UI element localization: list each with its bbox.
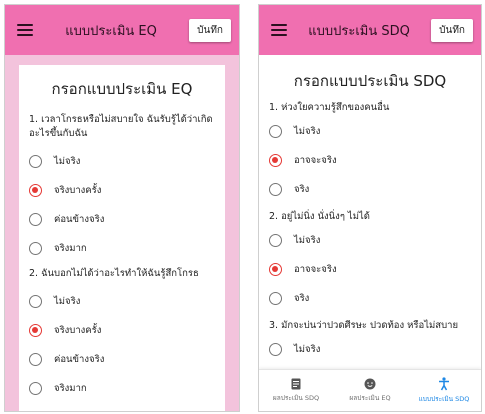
person-icon — [439, 377, 449, 391]
option-label: อาจจะจริง — [294, 155, 337, 166]
nav-sdq-form[interactable]: แบบประเมิน SDQ — [407, 370, 481, 411]
app-bar-title: แบบประเมิน EQ — [65, 23, 157, 39]
radio-button-selected[interactable] — [29, 184, 42, 197]
option-item[interactable]: ไม่จริง — [269, 226, 471, 255]
radio-button[interactable] — [29, 213, 42, 226]
question-block: 2. อยู่ไม่นิ่ง นั่งนิ่งๆ ไม่ได้ ไม่จริง … — [269, 210, 471, 313]
nav-label: ผลประเมิน EQ — [349, 394, 391, 402]
nav-label: ผลประเมิน SDQ — [272, 394, 320, 402]
face-icon — [364, 378, 376, 390]
nav-label: แบบประเมิน SDQ — [418, 395, 470, 403]
app-bar-title: แบบประเมิน SDQ — [308, 23, 410, 39]
option-label: จริง — [294, 184, 310, 195]
question-block: 1. ห่วงใยความรู้สึกของคนอื่น ไม่จริง อาจ… — [269, 101, 471, 204]
option-label: จริงบางครั้ง — [54, 325, 102, 336]
option-label: ไม่จริง — [294, 126, 321, 137]
option-item[interactable]: จริงบางครั้ง — [29, 176, 215, 205]
option-label: ไม่จริง — [54, 156, 81, 167]
option-item[interactable]: อาจจะจริง — [269, 146, 471, 175]
radio-button-selected[interactable] — [269, 154, 282, 167]
option-label: ไม่จริง — [54, 296, 81, 307]
save-button[interactable]: บันทึก — [431, 18, 473, 42]
bottom-navigation: ผลประเมิน SDQ ผลประเมิน EQ แบบประเมิน SD… — [259, 369, 481, 411]
radio-button-selected[interactable] — [269, 263, 282, 276]
eq-form-card: กรอกแบบประเมิน EQ 1. เวลาโกรธหรือไม่สบาย… — [19, 65, 225, 411]
option-label: จริงมาก — [54, 383, 87, 394]
nav-eq-results[interactable]: ผลประเมิน EQ — [333, 370, 407, 411]
option-label: ค่อนข้างจริง — [54, 214, 105, 225]
document-icon — [291, 378, 301, 390]
option-label: จริงบางครั้ง — [54, 185, 102, 196]
option-label: จริง — [294, 293, 310, 304]
radio-button[interactable] — [269, 183, 282, 196]
option-label: อาจจะจริง — [294, 264, 337, 275]
menu-icon[interactable] — [17, 24, 33, 36]
option-item[interactable]: ไม่จริง — [29, 287, 215, 316]
app-bar: แบบประเมิน SDQ บันทึก — [259, 5, 481, 55]
radio-button[interactable] — [29, 295, 42, 308]
question-block: 3. มักจะบ่นว่าปวดศีรษะ ปวดท้อง หรือไม่สบ… — [269, 319, 471, 364]
eq-form-background: กรอกแบบประเมิน EQ 1. เวลาโกรธหรือไม่สบาย… — [5, 55, 239, 411]
radio-button-selected[interactable] — [29, 324, 42, 337]
question-block: 2. ฉันบอกไม่ได้ว่าอะไรทำให้ฉันรู้สึกโกรธ… — [29, 267, 215, 403]
radio-button[interactable] — [269, 292, 282, 305]
radio-button[interactable] — [29, 353, 42, 366]
option-item[interactable]: ไม่จริง — [269, 335, 471, 364]
option-item[interactable]: ไม่จริง — [29, 147, 215, 176]
form-title: กรอกแบบประเมิน SDQ — [293, 72, 447, 90]
option-item[interactable]: จริง — [269, 284, 471, 313]
sdq-form: กรอกแบบประเมิน SDQ 1. ห่วงใยความรู้สึกขอ… — [259, 55, 481, 411]
option-item[interactable]: อาจจะจริง — [269, 255, 471, 284]
option-item[interactable]: ค่อนข้างจริง — [29, 205, 215, 234]
option-item[interactable]: ไม่จริง — [269, 117, 471, 146]
option-item[interactable]: จริงมาก — [29, 234, 215, 263]
form-title: กรอกแบบประเมิน EQ — [51, 80, 193, 98]
option-item[interactable]: จริง — [269, 175, 471, 204]
eq-screen: แบบประเมิน EQ บันทึก กรอกแบบประเมิน EQ 1… — [4, 4, 240, 412]
nav-sdq-results[interactable]: ผลประเมิน SDQ — [259, 370, 333, 411]
sdq-screen: แบบประเมิน SDQ บันทึก กรอกแบบประเมิน SDQ… — [258, 4, 482, 412]
question-text: 1. ห่วงใยความรู้สึกของคนอื่น — [269, 102, 390, 113]
radio-button[interactable] — [269, 125, 282, 138]
save-button[interactable]: บันทึก — [189, 18, 231, 42]
radio-button[interactable] — [29, 382, 42, 395]
radio-button[interactable] — [269, 234, 282, 247]
question-text: 2. ฉันบอกไม่ได้ว่าอะไรทำให้ฉันรู้สึกโกรธ — [29, 268, 199, 279]
question-text: 3. มักจะบ่นว่าปวดศีรษะ ปวดท้อง หรือไม่สบ… — [269, 320, 459, 331]
option-item[interactable]: จริงบางครั้ง — [29, 316, 215, 345]
app-bar: แบบประเมิน EQ บันทึก — [5, 5, 239, 55]
option-label: ไม่จริง — [294, 344, 321, 355]
question-text: 1. เวลาโกรธหรือไม่สบายใจ ฉันรับรู้ได้ว่า… — [29, 114, 213, 139]
radio-button[interactable] — [29, 155, 42, 168]
radio-button[interactable] — [29, 242, 42, 255]
option-item[interactable]: จริงมาก — [29, 374, 215, 403]
option-label: จริงมาก — [54, 243, 87, 254]
option-item[interactable]: ค่อนข้างจริง — [29, 345, 215, 374]
question-block: 1. เวลาโกรธหรือไม่สบายใจ ฉันรับรู้ได้ว่า… — [29, 113, 215, 263]
menu-icon[interactable] — [271, 24, 287, 36]
option-label: ไม่จริง — [294, 235, 321, 246]
option-label: ค่อนข้างจริง — [54, 354, 105, 365]
radio-button[interactable] — [269, 343, 282, 356]
question-text: 2. อยู่ไม่นิ่ง นั่งนิ่งๆ ไม่ได้ — [269, 211, 370, 222]
